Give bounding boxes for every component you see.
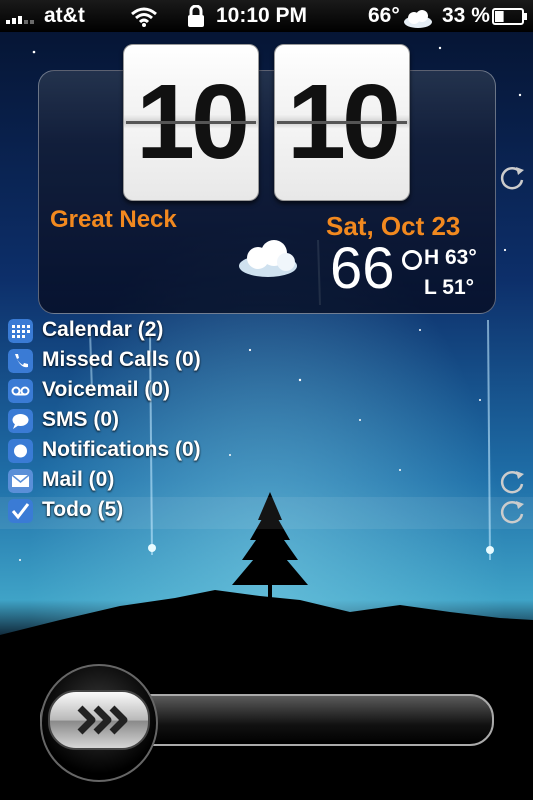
mail-icon [8,469,33,493]
list-item-sms[interactable]: SMS (0) [6,406,533,436]
calendar-icon [8,319,33,343]
lock-icon [188,5,204,27]
list-item-notifications[interactable]: Notifications (0) [6,436,533,466]
refresh-mail-icon[interactable] [498,468,526,496]
list-item-voicemail[interactable]: Voicemail (0) [6,376,533,406]
signal-strength-icon [6,10,36,24]
battery-percentage: 33 % [442,4,490,27]
triple-chevron-icon [77,705,128,735]
phone-icon [8,349,33,373]
weather-location: Great Neck [50,206,177,233]
carrier-label: at&t [44,4,85,27]
cloud-icon [404,10,432,28]
battery-icon [492,8,527,25]
degree-symbol [402,250,422,270]
list-item-label: Todo (5) [42,498,124,521]
list-item-todo[interactable]: Todo (5) [6,496,533,526]
list-item-label: Mail (0) [42,468,115,491]
current-temperature: 66 [330,236,395,301]
list-item-mail[interactable]: Mail (0) [6,466,533,496]
status-bar: at&t 10:10 PM 66° 33 % [0,0,533,32]
list-item-calendar[interactable]: Calendar (2) [6,316,533,346]
list-item-missed-calls[interactable]: Missed Calls (0) [6,346,533,376]
status-clock: 10:10 PM [216,4,308,27]
sms-icon [8,409,33,433]
voicemail-icon [8,379,33,403]
high-temperature: H 63° [424,246,477,269]
checkmark-icon [8,499,33,523]
list-item-label: Missed Calls (0) [42,348,201,371]
list-item-label: Notifications (0) [42,438,201,461]
list-item-label: SMS (0) [42,408,120,431]
clock-minutes: 10 [274,44,410,201]
list-item-label: Voicemail (0) [42,378,170,401]
list-item-label: Calendar (2) [42,318,164,341]
refresh-todo-icon[interactable] [498,498,526,526]
low-temperature: L 51° [424,276,475,299]
weather-cloud-icon [239,240,297,277]
wifi-icon [131,7,157,27]
refresh-weather-icon[interactable] [498,164,526,192]
clock-hours: 10 [123,44,259,201]
notification-icon [8,439,33,463]
unlock-slider-handle[interactable] [48,690,150,750]
status-temperature: 66° [368,4,400,27]
